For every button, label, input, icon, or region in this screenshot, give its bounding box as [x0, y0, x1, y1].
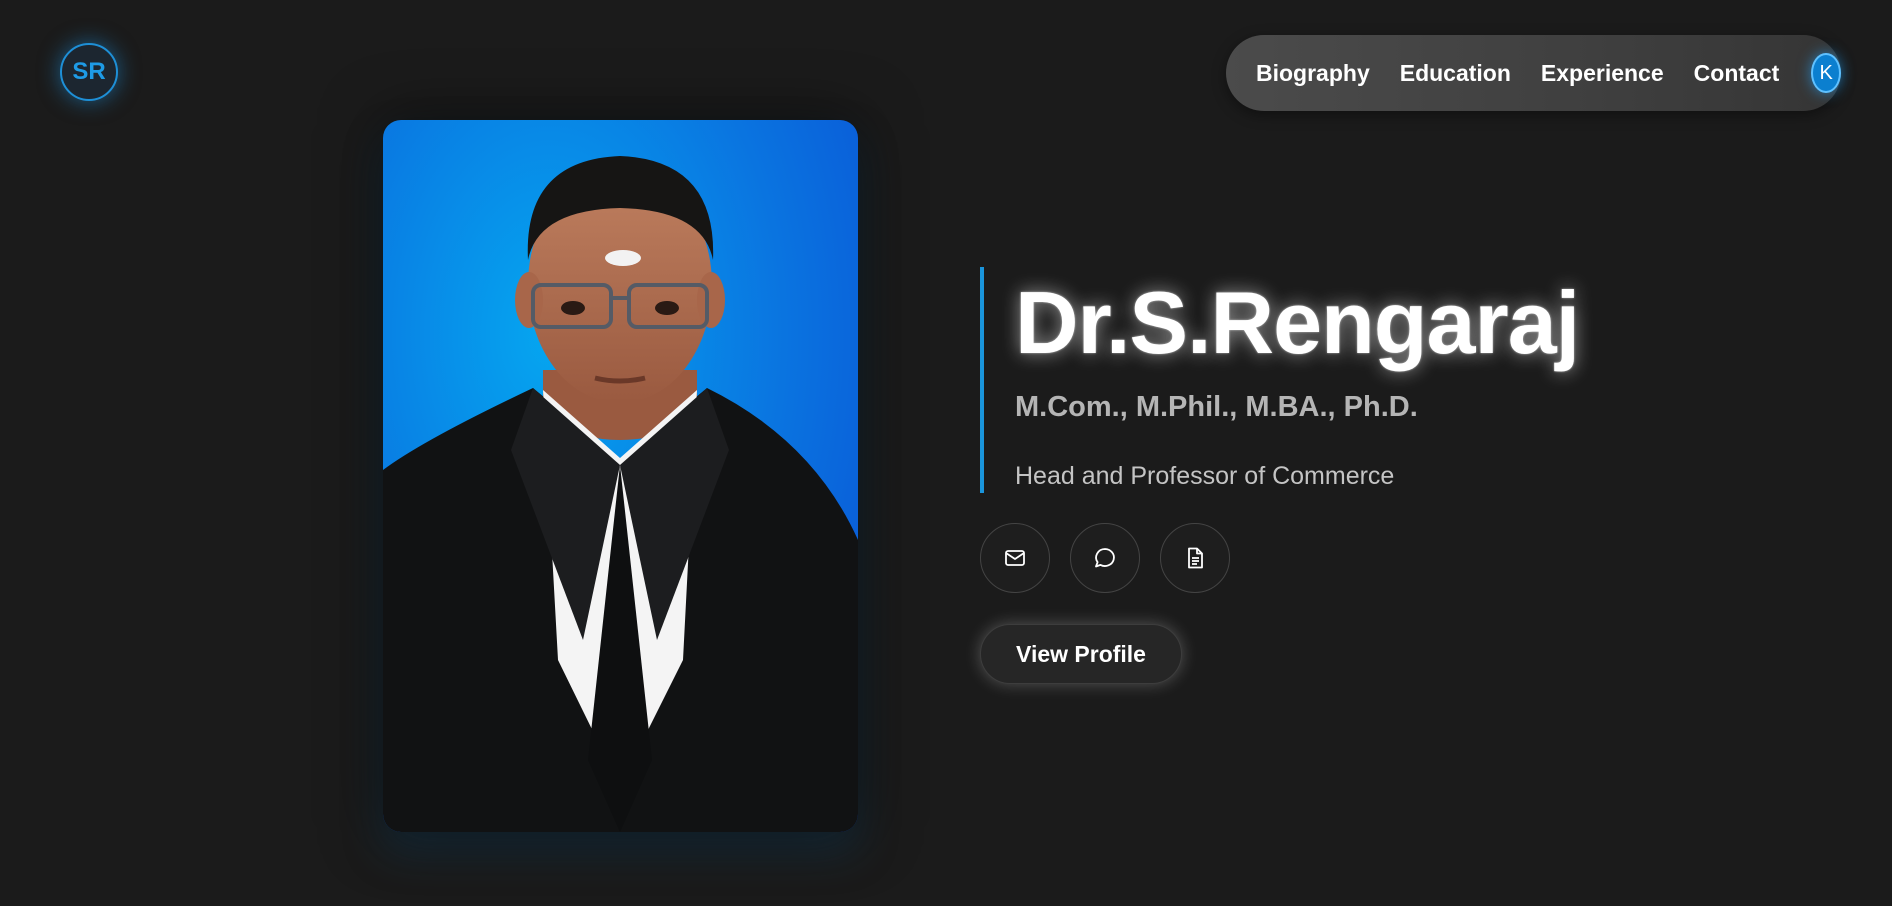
email-button[interactable] — [980, 523, 1050, 593]
logo[interactable]: SR — [60, 43, 118, 101]
nav-education[interactable]: Education — [1400, 60, 1511, 87]
nav-contact[interactable]: Contact — [1694, 60, 1780, 87]
user-avatar[interactable]: K — [1811, 53, 1841, 93]
avatar-initial: K — [1819, 61, 1833, 84]
mail-icon — [1005, 550, 1025, 566]
view-profile-button[interactable]: View Profile — [980, 624, 1182, 684]
nav-experience[interactable]: Experience — [1541, 60, 1664, 87]
document-icon — [1188, 547, 1203, 569]
profile-name: Dr.S.Rengaraj — [1015, 273, 1580, 372]
view-profile-label: View Profile — [1016, 640, 1146, 667]
role-title: Head and Professor of Commerce — [1015, 462, 1395, 490]
profile-photo — [383, 120, 858, 832]
logo-initials: SR — [72, 58, 106, 85]
qualifications: M.Com., M.Phil., M.BA., Ph.D. — [1015, 391, 1418, 423]
chat-button[interactable] — [1070, 523, 1140, 593]
nav-biography[interactable]: Biography — [1256, 60, 1370, 87]
hero-section: Dr.S.Rengaraj M.Com., M.Phil., M.BA., Ph… — [980, 267, 1580, 493]
document-button[interactable] — [1160, 523, 1230, 593]
top-nav: Biography Education Experience Contact K — [1226, 35, 1841, 111]
chat-icon — [1095, 548, 1115, 568]
